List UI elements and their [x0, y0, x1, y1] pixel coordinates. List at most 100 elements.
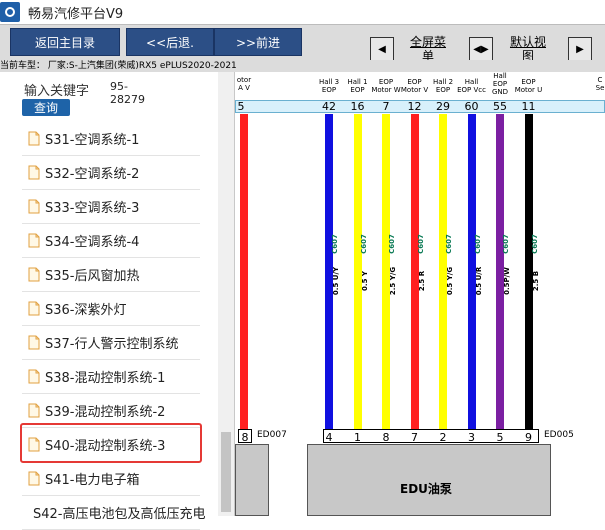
fullscreen-menu-button[interactable]: 全屏菜单 — [408, 35, 448, 63]
list-item[interactable]: S34-空调系统-4 — [22, 224, 200, 258]
connector-pin-number: 5 — [496, 431, 504, 444]
search-input[interactable]: 95-28279 — [110, 80, 160, 106]
wire-function-label: EOP Motor W — [371, 78, 401, 94]
wire-code-label: C607 — [359, 234, 368, 254]
document-icon — [28, 471, 40, 486]
arrow-right-icon: ▶ — [576, 43, 584, 55]
list-item[interactable]: S33-空调系统-3 — [22, 190, 200, 224]
left-bottom-pin: 8 — [241, 431, 249, 444]
sidebar-scrollbar[interactable] — [218, 72, 234, 516]
left-module-box — [235, 444, 269, 516]
wire-function-label: Hall 3 EOP — [318, 78, 340, 94]
wire-code-label: C607 — [445, 234, 453, 254]
wire-top-pin: 29 — [436, 100, 450, 113]
wire-top-pin: 7 — [382, 100, 390, 113]
left-column-header: otor A V — [236, 76, 252, 92]
left-pin-number: 5 — [237, 100, 245, 113]
list-item-label: S34-空调系统-4 — [45, 235, 140, 250]
wire-spec-label: 0.5 Y/G — [446, 266, 454, 296]
default-view-button[interactable]: 默认视图 — [508, 35, 548, 63]
vehicle-info-bar: 当前车型： 厂家:S-上汽集团(荣威)RX5 ePLUS2020-2021 — [0, 60, 605, 72]
list-item[interactable]: S37-行人警示控制系统 — [22, 326, 200, 360]
wire-spec-label: 2.5 R — [417, 270, 426, 292]
wire-function-label: Hall 1 EOP — [347, 78, 368, 94]
document-icon — [28, 233, 40, 248]
connector-pin-number: 4 — [325, 431, 333, 444]
list-item-label: S35-后风窗加热 — [45, 269, 140, 284]
connector-pin-number: 8 — [382, 431, 390, 444]
forward-button[interactable]: >>前进 — [214, 28, 302, 56]
wiring-diagram: otor A V C Se 5 8 ED007 ED005 EDU油泵 Hall… — [235, 72, 605, 516]
expand-icon: ◀▶ — [473, 43, 489, 55]
list-item[interactable]: S31-空调系统-1 — [22, 122, 200, 156]
document-icon — [28, 165, 40, 180]
wire-top-pin: 12 — [407, 100, 422, 113]
wire-spec-label: 2.5 B — [531, 270, 540, 292]
wire-code-label: C607 — [416, 234, 425, 254]
document-icon — [28, 199, 40, 214]
wire-function-label: EOP Motor V — [400, 78, 429, 94]
wire-function-label: Hall EOP Vcc — [457, 78, 486, 94]
sidebar: 输入关键字 95-28279 查询 S31-空调系统-1 S32-空调系统-2 S3… — [0, 72, 235, 530]
back-button[interactable]: <<后退. — [126, 28, 214, 56]
arrow-left-icon: ◀ — [378, 43, 386, 55]
wire-code-label: C607 — [502, 234, 510, 254]
edu-module-label: EDU油泵 — [400, 482, 452, 496]
connector-pin-number: 7 — [411, 431, 418, 444]
wire-function-label: EOP Motor U — [514, 78, 543, 94]
list-item-label: S37-行人警示控制系统 — [45, 337, 179, 352]
connector-pin-number: 2 — [439, 431, 447, 444]
wire-spec-label: 0.5 Y — [360, 271, 369, 291]
list-item-label: S41-电力电子箱 — [45, 473, 140, 488]
document-icon — [28, 403, 40, 418]
wire-top-pin: 11 — [521, 100, 536, 113]
list-item-label: S32-空调系统-2 — [45, 167, 140, 182]
list-item-label: S42-高压电池包及高低压充电 — [33, 507, 206, 522]
search-area: 输入关键字 95-28279 查询 — [0, 72, 218, 118]
scrollbar-thumb[interactable] — [221, 432, 231, 512]
wire-function-label: Hall 2 EOP — [432, 78, 454, 94]
expand-view-button[interactable]: ◀▶ — [469, 37, 493, 61]
list-item-label: S36-深紫外灯 — [45, 303, 127, 318]
wire-top-pin: 42 — [322, 100, 336, 113]
selected-item-highlight — [20, 423, 202, 463]
document-icon — [28, 335, 40, 350]
title-bar: 畅易汽修平台V9 — [0, 0, 605, 24]
app-logo-icon — [0, 2, 20, 22]
window-title: 畅易汽修平台V9 — [28, 7, 124, 22]
query-button[interactable]: 查询 — [22, 99, 70, 116]
toolbar: 返回主目录 <<后退. >>前进 ◀ 全屏菜单 ◀▶ 默认视图 ▶ — [0, 24, 605, 63]
home-button[interactable]: 返回主目录 — [10, 28, 120, 56]
document-icon — [28, 267, 40, 282]
wire-code-label: C607 — [388, 234, 396, 254]
list-item[interactable]: S42-高压电池包及高低压充电 — [22, 496, 206, 530]
connector-pin-number: 3 — [468, 431, 475, 444]
document-icon — [28, 131, 40, 146]
left-wire — [240, 114, 248, 429]
connector-label-left: ED007 — [257, 430, 287, 440]
wire-top-pin: 16 — [350, 100, 365, 113]
document-icon — [28, 301, 40, 316]
list-item-label: S38-混动控制系统-1 — [45, 371, 166, 386]
pan-right-button[interactable]: ▶ — [568, 37, 592, 61]
connector-label-right: ED005 — [544, 430, 574, 440]
wire-spec-label: 0.5 U/Y — [332, 266, 340, 296]
list-item[interactable]: S41-电力电子箱 — [22, 462, 200, 496]
list-item[interactable]: S35-后风窗加热 — [22, 258, 200, 292]
list-item[interactable]: S36-深紫外灯 — [22, 292, 200, 326]
wire-spec-label: 0.5P/W — [503, 267, 511, 295]
connector-pin-number: 9 — [525, 431, 532, 444]
wire-code-label: C607 — [331, 234, 339, 254]
pan-left-button[interactable]: ◀ — [370, 37, 394, 61]
wire-top-pin: 60 — [464, 100, 479, 113]
wire-top-pin: 55 — [493, 100, 507, 113]
wire-spec-label: 2.5 Y/G — [389, 266, 397, 296]
list-item[interactable]: S38-混动控制系统-1 — [22, 360, 200, 394]
list-item-label: S33-空调系统-3 — [45, 201, 140, 216]
wire-spec-label: 0.5 U/R — [474, 266, 483, 296]
list-item-label: S31-空调系统-1 — [45, 133, 140, 148]
document-icon — [28, 369, 40, 384]
list-item[interactable]: S32-空调系统-2 — [22, 156, 200, 190]
wire-code-label: C607 — [530, 234, 539, 254]
search-label: 输入关键字 — [24, 84, 90, 99]
